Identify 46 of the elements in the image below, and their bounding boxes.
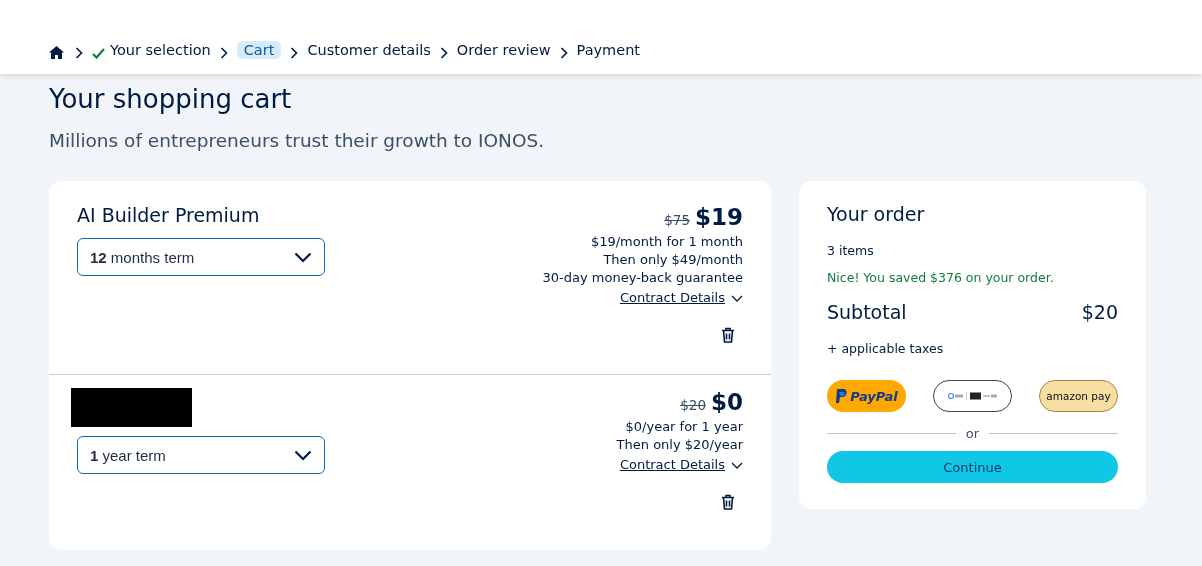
breadcrumb-step[interactable]: Your selection xyxy=(110,41,211,59)
trash-icon[interactable] xyxy=(721,494,735,510)
chevron-right-icon xyxy=(559,47,568,59)
subtotal-amount: $20 xyxy=(1081,301,1118,323)
subtotal-label: Subtotal xyxy=(827,301,907,323)
contract-details-link[interactable]: Contract Details xyxy=(619,289,725,307)
price-note: $0/year for 1 year xyxy=(624,418,743,436)
chevron-down-icon xyxy=(294,449,312,461)
page-title: Your shopping cart xyxy=(49,83,293,116)
current-price: $0 xyxy=(711,388,743,416)
breadcrumb-step[interactable]: Customer details xyxy=(307,41,431,59)
google-pay-button[interactable] xyxy=(933,380,1012,412)
amazon-pay-button[interactable]: amazon pay xyxy=(1039,380,1118,412)
price-note: 30-day money-back guarantee xyxy=(542,269,743,287)
chevron-right-icon xyxy=(75,47,83,59)
chevron-down-icon xyxy=(294,251,312,263)
taxes-note: + applicable taxes xyxy=(827,341,945,356)
term-dropdown[interactable]: 12 months term xyxy=(77,238,325,276)
item-count: 3 items xyxy=(827,243,875,258)
original-price: $20 xyxy=(680,396,706,414)
breadcrumb-step[interactable]: Order review xyxy=(456,41,551,59)
price-note: Then only $20/year xyxy=(616,436,743,454)
chevron-right-icon xyxy=(219,47,228,59)
chevron-right-icon xyxy=(290,47,299,59)
paypal-logo-icon xyxy=(835,389,848,403)
continue-button[interactable]: Continue xyxy=(827,451,1118,483)
or-divider-text: or xyxy=(965,426,980,441)
product-name: AI Builder Premium xyxy=(77,203,261,227)
chevron-right-icon xyxy=(439,47,448,59)
chevron-down-icon xyxy=(731,294,743,302)
order-title: Your order xyxy=(827,203,926,225)
chevron-down-icon xyxy=(731,461,743,469)
price-note: $19/month for 1 month xyxy=(589,233,743,251)
price-note: Then only $49/month xyxy=(602,251,743,269)
paypal-button[interactable]: PayPal xyxy=(827,380,906,412)
page-subtitle: Millions of entrepreneurs trust their growth to IONOS. xyxy=(49,130,546,151)
savings-note: Nice! You saved $376 on your order. xyxy=(827,270,1055,285)
home-icon[interactable] xyxy=(49,46,64,59)
current-price: $19 xyxy=(695,203,743,231)
original-price: $75 xyxy=(664,211,690,229)
term-dropdown[interactable]: 1 year term xyxy=(77,436,325,474)
breadcrumb-step[interactable]: Cart xyxy=(236,41,282,59)
card-logos-drawing xyxy=(947,392,998,400)
breadcrumb-step[interactable]: Payment xyxy=(576,41,641,59)
contract-details-link[interactable]: Contract Details xyxy=(619,456,725,474)
trash-icon[interactable] xyxy=(721,327,735,343)
